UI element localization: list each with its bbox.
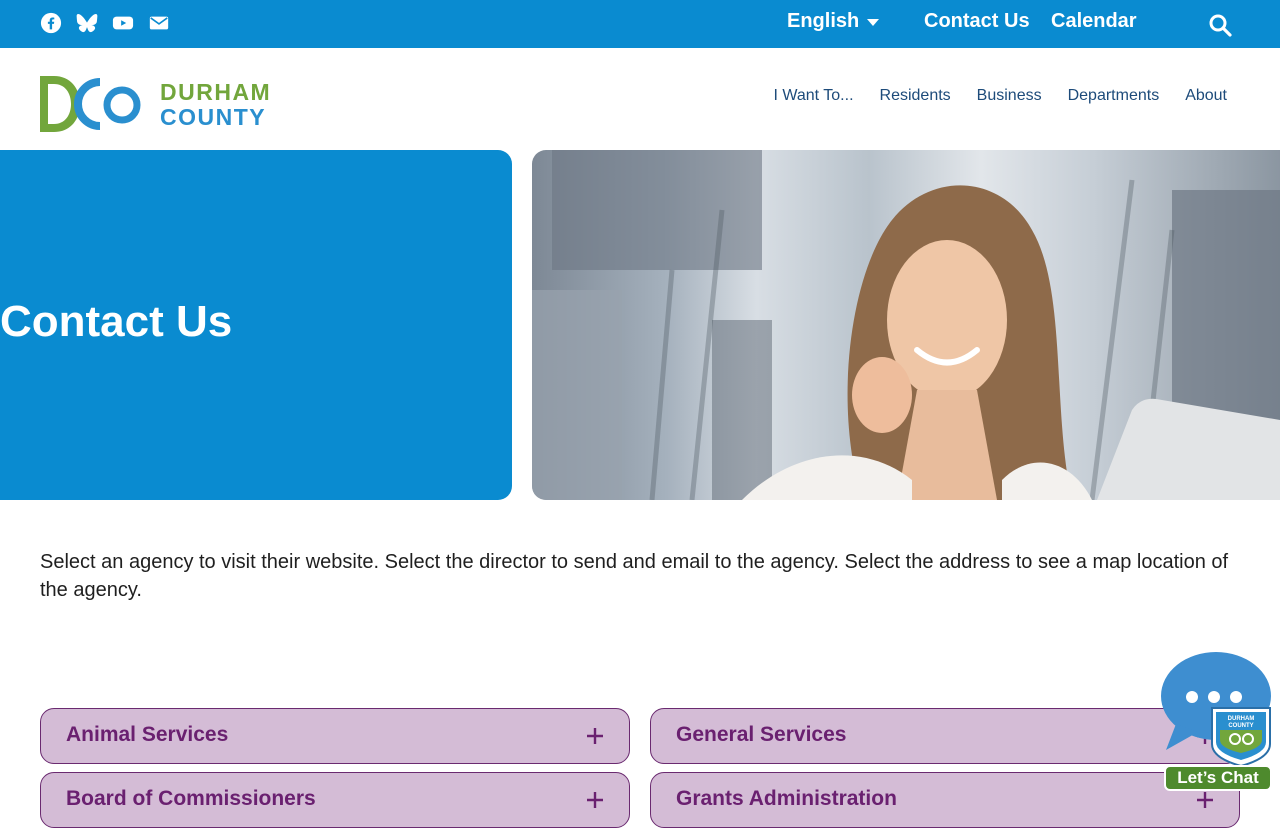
accordion-label: Grants Administration: [676, 787, 897, 810]
search-icon[interactable]: [1208, 13, 1232, 37]
nav-item-business[interactable]: Business: [977, 87, 1042, 105]
main-nav: I Want To... Residents Business Departme…: [773, 87, 1227, 105]
accordion-label: Board of Commissioners: [66, 787, 316, 810]
nav-item-departments[interactable]: Departments: [1068, 87, 1160, 105]
logo-line-2: COUNTY: [160, 104, 267, 130]
plus-icon: [587, 792, 603, 808]
youtube-icon[interactable]: [112, 12, 134, 34]
plus-icon: [1197, 792, 1213, 808]
top-utility-bar: English Contact Us Calendar: [0, 0, 1280, 48]
accordion-grants-administration[interactable]: Grants Administration: [650, 772, 1240, 828]
accordion-board-of-commissioners[interactable]: Board of Commissioners: [40, 772, 630, 828]
nav-item-i-want-to[interactable]: I Want To...: [773, 87, 853, 105]
hero-panel: Contact Us: [0, 150, 512, 500]
site-header: DURHAM COUNTY I Want To... Residents Bus…: [0, 48, 1280, 150]
page-title: Contact Us: [0, 297, 233, 346]
dco-logo-mark: [40, 76, 141, 132]
language-selector[interactable]: English: [787, 10, 880, 33]
bluesky-icon[interactable]: [76, 12, 98, 34]
accordion-animal-services[interactable]: Animal Services: [40, 708, 630, 764]
logo-text: DURHAM COUNTY: [160, 80, 271, 130]
social-links: [40, 12, 170, 34]
durham-county-logo[interactable]: DURHAM COUNTY: [40, 74, 275, 134]
nav-item-about[interactable]: About: [1185, 87, 1227, 105]
hero-photo-illustration: [532, 150, 1280, 500]
plus-icon: [587, 728, 603, 744]
accordion-general-services[interactable]: General Services: [650, 708, 1240, 764]
hero-image: [532, 150, 1280, 500]
contact-us-link[interactable]: Contact Us: [924, 10, 1030, 33]
accordion-label: General Services: [676, 723, 847, 746]
chat-badge-line-2: COUNTY: [1228, 723, 1253, 729]
intro-text: Select an agency to visit their website.…: [40, 551, 1229, 601]
chevron-down-icon: [867, 19, 880, 26]
nav-item-residents[interactable]: Residents: [880, 87, 951, 105]
logo-line-1: DURHAM: [160, 79, 272, 105]
chat-label[interactable]: Let’s Chat: [1164, 765, 1272, 791]
accordion-label: Animal Services: [66, 723, 229, 746]
language-label: English: [787, 10, 860, 32]
calendar-link[interactable]: Calendar: [1051, 10, 1137, 33]
facebook-icon[interactable]: [40, 12, 62, 34]
email-icon[interactable]: [148, 12, 170, 34]
chat-badge-line-1: DURHAM: [1228, 716, 1255, 722]
